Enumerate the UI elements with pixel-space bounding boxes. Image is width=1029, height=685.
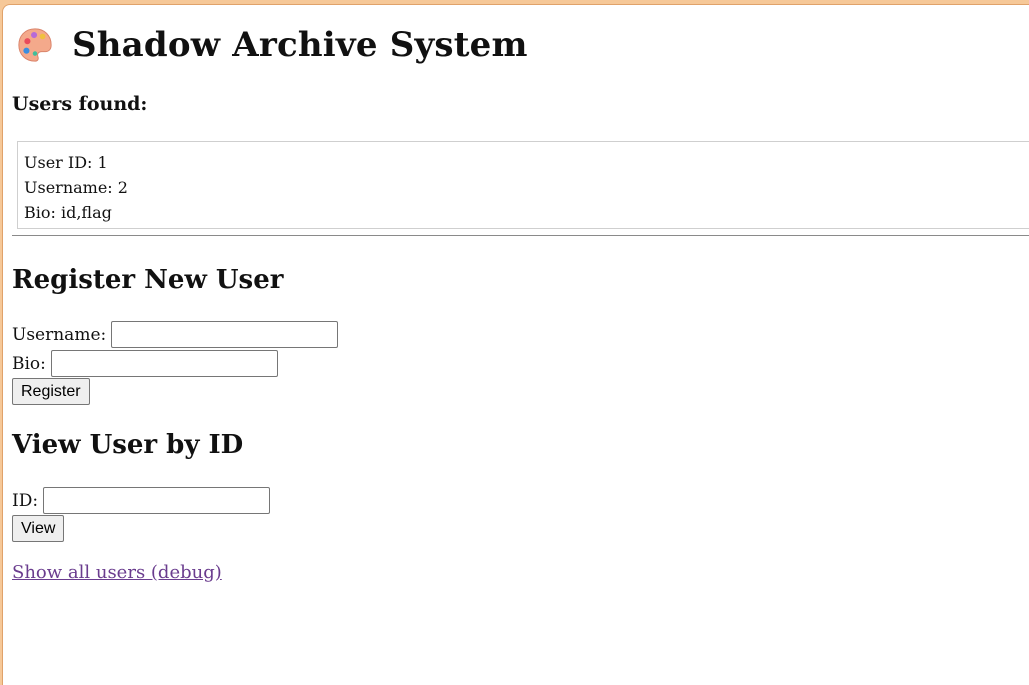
- palette-icon: [18, 28, 52, 62]
- bio-row: Bio:: [12, 350, 278, 377]
- result-bio: Bio: id,flag: [24, 203, 112, 222]
- bio-label: Bio:: [12, 353, 46, 374]
- username-label: Username:: [12, 324, 107, 345]
- id-label: ID:: [12, 490, 39, 511]
- results-heading: Users found:: [12, 93, 148, 115]
- id-row: ID:: [12, 487, 271, 514]
- result-user-id: User ID: 1: [24, 153, 108, 172]
- show-all-users-link[interactable]: Show all users (debug): [12, 562, 222, 583]
- register-button[interactable]: Register: [12, 378, 90, 405]
- result-username: Username: 2: [24, 178, 128, 197]
- view-button[interactable]: View: [12, 515, 65, 542]
- bio-input[interactable]: [50, 350, 278, 377]
- section-divider: [12, 235, 1029, 236]
- user-result-card: User ID: 1 Username: 2 Bio: id,flag: [17, 141, 1029, 229]
- page-title: Shadow Archive System: [72, 25, 528, 65]
- username-row: Username:: [12, 321, 339, 348]
- register-heading: Register New User: [12, 265, 284, 295]
- view-heading: View User by ID: [12, 430, 244, 460]
- browser-viewport: Shadow Archive System Users found: User …: [2, 4, 1029, 685]
- username-input[interactable]: [111, 321, 339, 348]
- page-header: Shadow Archive System: [16, 25, 528, 65]
- id-input[interactable]: [43, 487, 271, 514]
